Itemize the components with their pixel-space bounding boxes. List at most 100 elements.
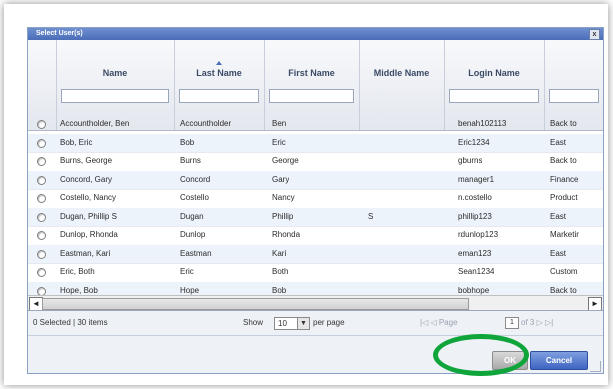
cell-extra: Finance bbox=[550, 174, 579, 184]
table-row[interactable]: Accountholder, Ben Accountholder Ben ben… bbox=[28, 115, 603, 135]
sort-ascending-icon bbox=[216, 61, 222, 65]
row-select-radio[interactable] bbox=[37, 194, 46, 203]
cell-last-name: Eric bbox=[180, 267, 194, 276]
cell-extra: Back to bbox=[550, 285, 577, 295]
cell-first-name: Both bbox=[272, 267, 289, 276]
cell-name: Eastman, Kari bbox=[60, 248, 111, 258]
cell-login-name: n.costello bbox=[458, 193, 492, 202]
cell-last-name: Accountholder bbox=[180, 119, 232, 128]
filter-input-login-name[interactable] bbox=[449, 89, 539, 103]
cell-login-name: phillip123 bbox=[458, 211, 492, 221]
selection-status: 0 Selected | 30 items bbox=[33, 318, 108, 327]
cell-last-name: Dunlop bbox=[180, 230, 206, 239]
cell-extra: East bbox=[550, 137, 567, 147]
horizontal-scrollbar[interactable]: ◄ ► bbox=[28, 295, 603, 310]
table-row[interactable]: Eric, Both Eric Both Sean1234 Custom bbox=[28, 263, 603, 283]
table-row[interactable]: Concord, Gary Concord Gary manager1 Fina… bbox=[28, 170, 603, 190]
column-header-middle-name[interactable]: Middle Name bbox=[359, 68, 444, 78]
column-header-name[interactable]: Name bbox=[56, 68, 174, 78]
cell-first-name: Nancy bbox=[272, 193, 295, 202]
row-select-radio[interactable] bbox=[37, 212, 46, 222]
cancel-button[interactable]: Cancel bbox=[530, 351, 588, 370]
table-row[interactable]: Costello, Nancy Costello Nancy n.costell… bbox=[28, 189, 603, 209]
cell-first-name: Ben bbox=[272, 119, 287, 128]
pager-navigation[interactable]: |◁ ◁ Page bbox=[420, 312, 458, 334]
grid-footer: 0 Selected | 30 items Show 10 ▼ per page… bbox=[28, 312, 603, 334]
cell-last-name: Burns bbox=[180, 156, 201, 165]
cell-first-name: Bob bbox=[272, 285, 287, 295]
cell-first-name: Eric bbox=[272, 137, 286, 147]
scroll-right-icon[interactable]: ► bbox=[588, 297, 602, 310]
filter-input-name[interactable] bbox=[61, 89, 169, 103]
cell-first-name: Gary bbox=[272, 174, 290, 184]
table-row[interactable]: Burns, George Burns George gburns Back t… bbox=[28, 152, 603, 172]
cell-first-name: Rhonda bbox=[272, 230, 301, 239]
cell-first-name: George bbox=[272, 156, 299, 165]
page-size-select[interactable]: 10 ▼ bbox=[274, 317, 310, 330]
cell-last-name: Costello bbox=[180, 193, 209, 202]
cell-login-name: Sean1234 bbox=[458, 267, 495, 276]
select-users-dialog: Select User(s) x Name Last Name First Na… bbox=[27, 27, 604, 374]
row-select-radio[interactable] bbox=[37, 120, 46, 129]
cell-extra: Custom bbox=[550, 267, 578, 276]
column-header-first-name[interactable]: First Name bbox=[264, 68, 359, 78]
table-row[interactable]: Dugan, Phillip S Dugan Phillip S phillip… bbox=[28, 207, 603, 227]
row-select-radio[interactable] bbox=[37, 268, 46, 277]
per-page-label: per page bbox=[313, 318, 345, 327]
table-row[interactable]: Eastman, Kari Eastman Kari eman123 East bbox=[28, 244, 603, 264]
cell-extra: Product bbox=[550, 193, 578, 202]
cell-name: Bob, Eric bbox=[60, 137, 93, 147]
cell-last-name: Dugan bbox=[180, 211, 204, 221]
cell-first-name: Kari bbox=[272, 248, 287, 258]
page-of-label[interactable]: of 3 ▷ ▷| bbox=[521, 312, 553, 334]
cell-extra: East bbox=[550, 211, 567, 221]
table-row[interactable]: Hope, Bob Hope Bob bobhope Back to bbox=[28, 281, 603, 296]
cell-login-name: manager1 bbox=[458, 174, 495, 184]
users-grid: Name Last Name First Name Middle Name Lo… bbox=[28, 40, 603, 311]
cell-name: Hope, Bob bbox=[60, 285, 98, 295]
resize-grip-icon[interactable] bbox=[590, 361, 601, 372]
table-row[interactable]: Dunlop, Rhonda Dunlop Rhonda rdunlop123 … bbox=[28, 226, 603, 246]
cell-name: Accountholder, Ben bbox=[60, 119, 130, 128]
cell-name: Dugan, Phillip S bbox=[60, 211, 117, 221]
scroll-thumb[interactable] bbox=[42, 298, 469, 310]
page-number-input[interactable]: 1 bbox=[505, 317, 519, 329]
cell-last-name: Eastman bbox=[180, 248, 212, 258]
row-select-radio[interactable] bbox=[37, 231, 46, 240]
cell-first-name: Phillip bbox=[272, 211, 294, 221]
close-icon[interactable]: x bbox=[589, 29, 600, 40]
dialog-titlebar[interactable]: Select User(s) x bbox=[28, 28, 603, 40]
cell-extra: East bbox=[550, 248, 567, 258]
cell-login-name: bobhope bbox=[458, 285, 490, 295]
cell-name: Eric, Both bbox=[60, 267, 95, 276]
cell-last-name: Hope bbox=[180, 285, 200, 295]
cell-last-name: Concord bbox=[180, 174, 211, 184]
column-header-last-name[interactable]: Last Name bbox=[174, 68, 264, 78]
cell-name: Burns, George bbox=[60, 156, 113, 165]
cell-login-name: rdunlop123 bbox=[458, 230, 499, 239]
chevron-down-icon[interactable]: ▼ bbox=[297, 318, 309, 329]
cell-login-name: gburns bbox=[458, 156, 483, 165]
filter-input-first-name[interactable] bbox=[269, 89, 354, 103]
cell-login-name: eman123 bbox=[458, 248, 492, 258]
show-label: Show bbox=[243, 318, 264, 327]
cell-middle-name: S bbox=[368, 211, 374, 221]
cell-name: Costello, Nancy bbox=[60, 193, 117, 202]
cell-login-name: benah102113 bbox=[458, 119, 507, 128]
scroll-left-icon[interactable]: ◄ bbox=[29, 297, 43, 310]
cell-last-name: Bob bbox=[180, 137, 195, 147]
filter-input-extra[interactable] bbox=[549, 89, 599, 103]
cell-login-name: Eric1234 bbox=[458, 137, 490, 147]
row-select-radio[interactable] bbox=[37, 157, 46, 166]
cell-extra: Back to bbox=[550, 119, 577, 128]
row-select-radio[interactable] bbox=[37, 175, 46, 185]
dialog-title: Select User(s) bbox=[36, 30, 83, 37]
cell-extra: Back to bbox=[550, 156, 577, 165]
column-header-login-name[interactable]: Login Name bbox=[444, 68, 544, 78]
table-row[interactable]: Bob, Eric Bob Eric Eric1234 East bbox=[28, 133, 603, 153]
highlight-circle-annotation bbox=[433, 334, 529, 376]
row-select-radio[interactable] bbox=[37, 138, 46, 148]
row-select-radio[interactable] bbox=[37, 249, 46, 259]
cell-name: Concord, Gary bbox=[60, 174, 113, 184]
filter-input-last-name[interactable] bbox=[179, 89, 259, 103]
